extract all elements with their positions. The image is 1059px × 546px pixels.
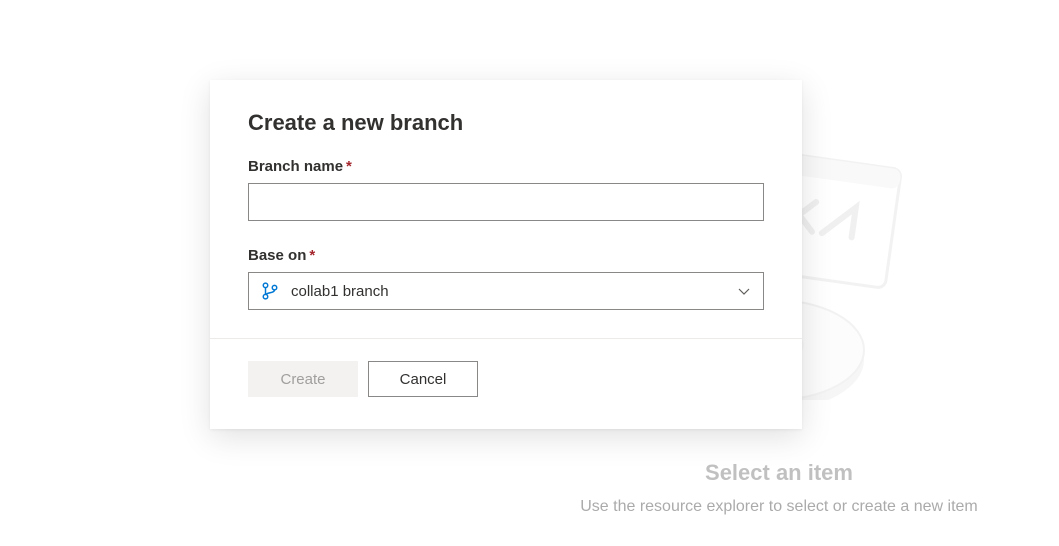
base-on-dropdown[interactable]: collab1 branch: [248, 272, 764, 310]
base-on-selected-value: collab1 branch: [291, 283, 737, 300]
base-on-label: Base on*: [248, 247, 764, 264]
base-on-label-text: Base on: [248, 247, 306, 264]
dialog-title: Create a new branch: [248, 110, 764, 136]
branch-name-field: Branch name*: [248, 158, 764, 221]
branch-name-input[interactable]: [248, 183, 764, 221]
empty-state-title: Select an item: [499, 460, 1059, 486]
required-marker: *: [346, 158, 352, 175]
git-branch-icon: [261, 282, 279, 300]
empty-state-text: Select an item Use the resource explorer…: [499, 460, 1059, 516]
dialog-footer: Create Cancel: [210, 338, 802, 429]
branch-name-label-text: Branch name: [248, 158, 343, 175]
base-on-field: Base on* collab1 branch: [248, 247, 764, 310]
empty-state-subtitle: Use the resource explorer to select or c…: [499, 498, 1059, 516]
cancel-button[interactable]: Cancel: [368, 361, 478, 397]
dialog-body: Create a new branch Branch name* Base on…: [210, 80, 802, 338]
create-branch-dialog: Create a new branch Branch name* Base on…: [210, 80, 802, 429]
chevron-down-icon: [737, 284, 751, 298]
required-marker: *: [309, 247, 315, 264]
branch-name-label: Branch name*: [248, 158, 764, 175]
create-button[interactable]: Create: [248, 361, 358, 397]
